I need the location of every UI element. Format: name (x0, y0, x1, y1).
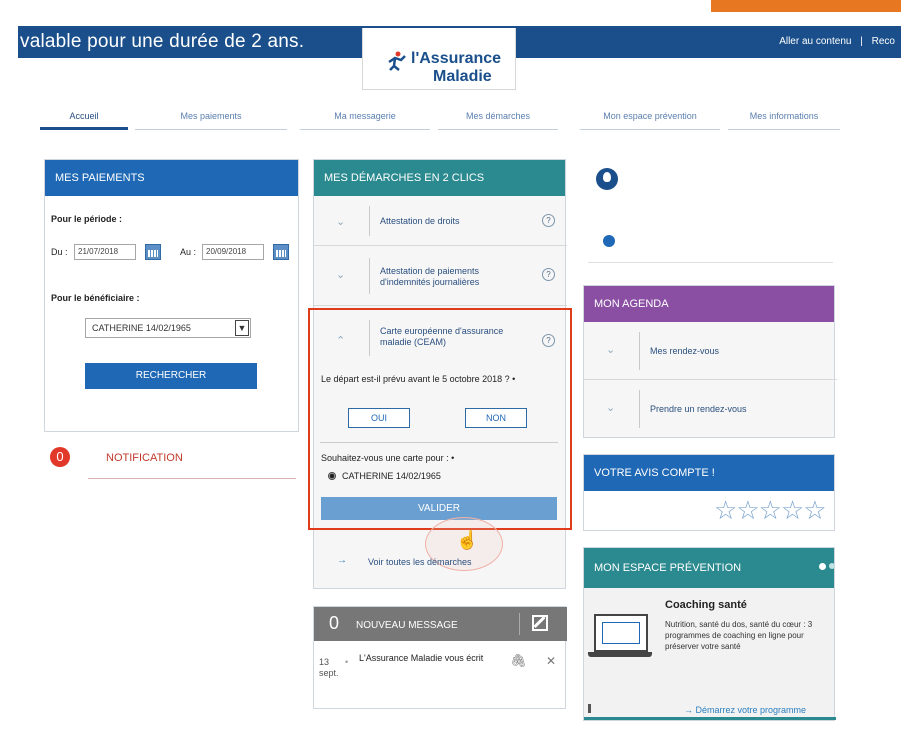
nav-tab-mes-informations[interactable]: Mes informations (728, 108, 840, 130)
logo-text-line1: l'Assurance (411, 50, 502, 67)
card-for-label: Souhaitez-vous une carte pour : • (321, 453, 455, 463)
agenda-item-rendez-vous[interactable]: ⌄ Mes rendez-vous (584, 322, 837, 380)
nav-tab-ma-messagerie[interactable]: Ma messagerie (300, 108, 430, 130)
payments-panel: MES PAIEMENTS Pour le période : Du : 21/… (44, 159, 299, 432)
info-icon[interactable] (603, 235, 615, 247)
main-navigation: Accueil Mes paiements Ma messagerie Mes … (40, 108, 840, 130)
notification-count-badge: 0 (50, 447, 70, 467)
prevention-panel: MON ESPACE PRÉVENTION Coaching santé Nut… (583, 547, 836, 721)
laptop-base (588, 652, 652, 657)
carousel-dots[interactable] (819, 563, 835, 570)
star-rating[interactable]: ☆☆☆☆☆ (714, 495, 827, 526)
chevron-down-icon: ⌄ (336, 216, 346, 228)
prevention-title: MON ESPACE PRÉVENTION (584, 548, 834, 588)
compose-edit-icon[interactable] (532, 615, 548, 631)
top-links: Aller au contenu | Reco (773, 36, 895, 47)
no-button[interactable]: NON (465, 408, 527, 428)
laptop-screen (602, 622, 640, 644)
nav-tab-espace-prevention[interactable]: Mon espace prévention (580, 108, 720, 130)
top-accent-bar (711, 0, 901, 12)
departure-question: Le départ est-il prévu avant le 5 octobr… (321, 374, 516, 384)
accordion-label: Attestation de paiements d'indemnités jo… (380, 266, 480, 287)
skip-to-content-link[interactable]: Aller au contenu (779, 36, 851, 47)
messages-title: NOUVEAU MESSAGE (356, 620, 458, 631)
header-separator (519, 613, 520, 635)
accordion-attestation-paiements[interactable]: ⌄ Attestation de paiements d'indemnités … (314, 246, 567, 306)
payments-title: MES PAIEMENTS (45, 160, 298, 196)
reconnect-link[interactable]: Reco (872, 36, 895, 47)
feedback-title: VOTRE AVIS COMPTE ! (584, 455, 834, 491)
accordion-separator (639, 390, 640, 428)
accordion-attestation-droits[interactable]: ⌄ Attestation de droits ? (314, 196, 567, 246)
start-program-link[interactable]: → Démarrez votre programme (684, 705, 806, 715)
message-subject[interactable]: L'Assurance Maladie vous écrit (359, 653, 484, 664)
chevron-down-icon: ⌄ (606, 344, 616, 356)
help-icon[interactable]: ? (542, 268, 555, 281)
unread-dot: • (345, 657, 349, 667)
beneficiary-select[interactable]: CATHERINE 14/02/1965 ▼ (85, 318, 251, 338)
laptop-illustration-icon (594, 614, 648, 652)
nav-tab-mes-paiements[interactable]: Mes paiements (135, 108, 287, 130)
agenda-item-label: Mes rendez-vous (650, 346, 720, 356)
messages-panel: 0 NOUVEAU MESSAGE 13 sept. • L'Assurance… (313, 606, 567, 709)
top-links-separator: | (860, 36, 863, 47)
see-all-demarches-link[interactable]: Voir toutes les démarches (368, 557, 472, 567)
video-caption: valable pour une durée de 2 ans. (20, 31, 305, 52)
accordion-separator (369, 206, 370, 236)
accordion-label: Attestation de droits (380, 216, 460, 226)
to-label: Au : (180, 247, 197, 257)
agenda-item-label: Prendre un rendez-vous (650, 404, 747, 414)
beneficiary-select-value: CATHERINE 14/02/1965 (92, 323, 191, 333)
message-count: 0 (329, 613, 340, 633)
agenda-panel: MON AGENDA ⌄ Mes rendez-vous ⌄ Prendre u… (583, 285, 837, 438)
beneficiary-label: Pour le bénéficiaire : (51, 293, 140, 303)
logo-text-line2: Maladie (433, 68, 492, 85)
beneficiary-radio[interactable] (328, 472, 336, 480)
coaching-title: Coaching santé (665, 599, 747, 611)
notification-link[interactable]: NOTIFICATION (106, 452, 183, 464)
period-label: Pour le période : (51, 214, 123, 224)
accordion-separator (369, 258, 370, 294)
nav-tab-accueil[interactable]: Accueil (40, 108, 128, 130)
message-date: 13 sept. (319, 657, 339, 678)
close-icon[interactable]: ✕ (546, 654, 556, 668)
user-avatar-icon[interactable] (596, 168, 618, 190)
help-icon[interactable]: ? (542, 214, 555, 227)
logo-figure-icon (388, 51, 406, 71)
hand-cursor-icon: ☝ (456, 530, 479, 550)
search-button[interactable]: RECHERCHER (85, 363, 257, 389)
validate-button[interactable]: VALIDER (321, 497, 557, 520)
assurance-maladie-logo[interactable]: l'Assurance Maladie (362, 28, 516, 90)
demarches-title: MES DÉMARCHES EN 2 CLICS (314, 160, 565, 196)
beneficiary-radio-label: CATHERINE 14/02/1965 (342, 471, 441, 481)
feedback-panel: VOTRE AVIS COMPTE ! ☆☆☆☆☆ (583, 454, 835, 531)
from-label: Du : (51, 247, 68, 257)
right-divider (588, 262, 833, 263)
chevron-down-icon: ▼ (235, 320, 249, 336)
arrow-right-icon: → (337, 555, 347, 566)
scroll-marker (588, 704, 591, 713)
from-date-input[interactable]: 21/07/2018 (74, 244, 136, 260)
accordion-separator (639, 332, 640, 370)
prevention-bottom-bar (584, 717, 836, 720)
attachment-icon: 🖇 (510, 653, 527, 668)
coaching-description: Nutrition, santé du dos, santé du cœur :… (665, 620, 813, 651)
messages-header: 0 NOUVEAU MESSAGE (314, 607, 567, 641)
to-calendar-icon[interactable] (273, 244, 289, 260)
chevron-down-icon: ⌄ (336, 269, 346, 281)
to-date-input[interactable]: 20/09/2018 (202, 244, 264, 260)
yes-button[interactable]: OUI (348, 408, 410, 428)
nav-tab-mes-demarches[interactable]: Mes démarches (438, 108, 558, 130)
agenda-item-prendre-rendez-vous[interactable]: ⌄ Prendre un rendez-vous (584, 380, 837, 438)
from-calendar-icon[interactable] (145, 244, 161, 260)
notification-divider (88, 478, 296, 479)
form-divider (320, 442, 558, 443)
chevron-down-icon: ⌄ (606, 402, 616, 414)
agenda-title: MON AGENDA (584, 286, 834, 322)
